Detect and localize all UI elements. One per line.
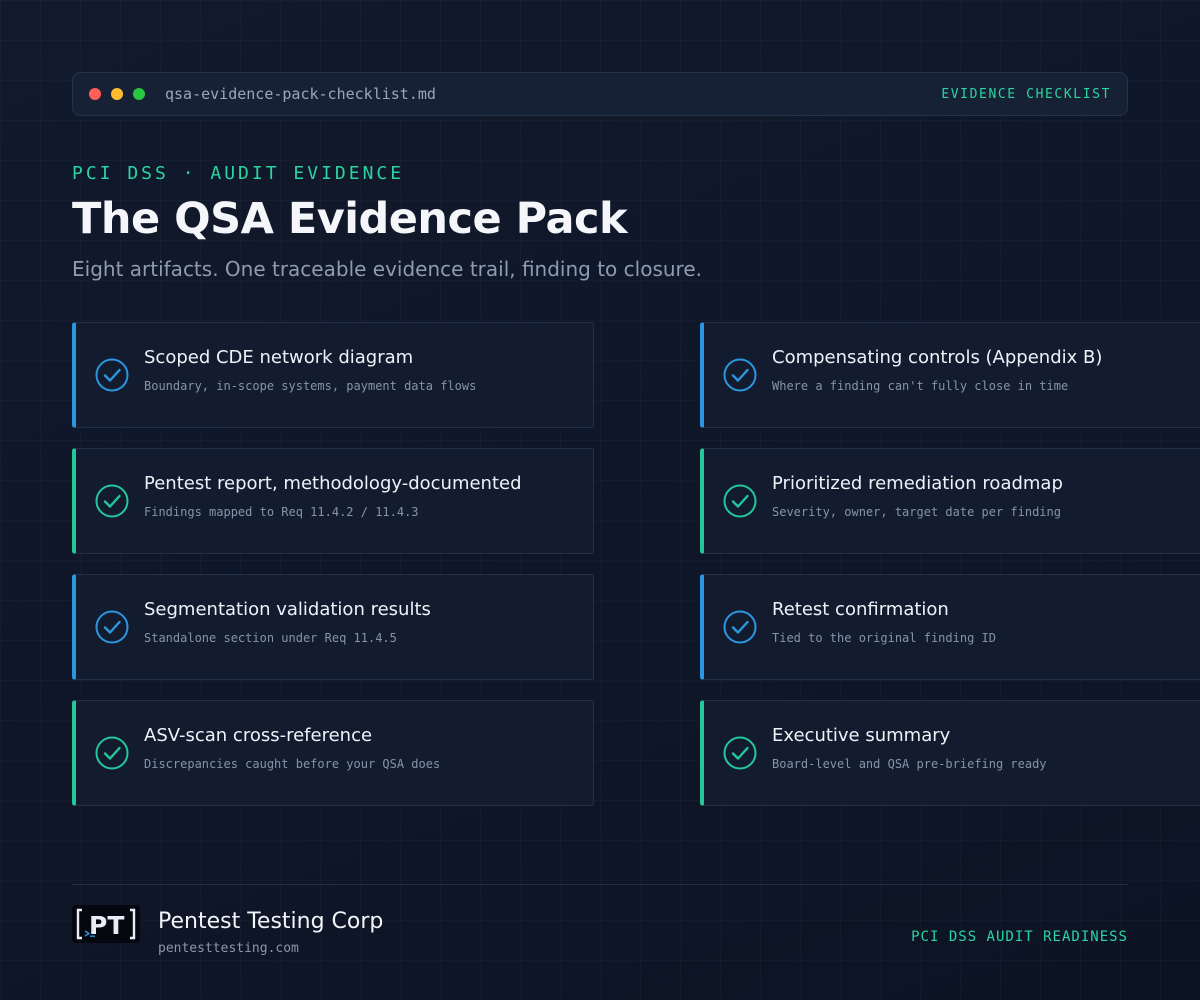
check-circle-icon (95, 736, 129, 770)
brand-name: Pentest Testing Corp (158, 909, 384, 934)
check-circle-icon (95, 358, 129, 392)
close-dot-icon[interactable] (89, 88, 101, 100)
checklist-item-desc: Boundary, in-scope systems, payment data… (144, 379, 477, 393)
check-circle-icon (95, 484, 129, 518)
minimize-dot-icon[interactable] (111, 88, 123, 100)
checklist-item-desc: Board-level and QSA pre-briefing ready (772, 757, 1047, 771)
checklist-item-desc: Discrepancies caught before your QSA doe… (144, 757, 441, 771)
checklist-item-title: Executive summary (772, 725, 951, 746)
checklist-item: Prioritized remediation roadmap Severity… (700, 448, 1200, 554)
window-filename: qsa-evidence-pack-checklist.md (165, 85, 436, 103)
checklist-item-title: Prioritized remediation roadmap (772, 473, 1063, 494)
checklist-item-title: Retest confirmation (772, 599, 949, 620)
footer-tag: PCI DSS AUDIT READINESS (911, 929, 1128, 945)
checklist-item-desc: Where a finding can't fully close in tim… (772, 379, 1069, 393)
pt-logo-icon: PT (72, 905, 140, 943)
window-bar: qsa-evidence-pack-checklist.md EVIDENCE … (72, 72, 1128, 116)
checklist-item-desc: Findings mapped to Req 11.4.2 / 11.4.3 (144, 505, 419, 519)
checklist-item: Compensating controls (Appendix B) Where… (700, 322, 1200, 428)
brand-url[interactable]: pentesttesting.com (158, 941, 299, 956)
checklist-item-title: Segmentation validation results (144, 599, 431, 620)
checklist-item-desc: Severity, owner, target date per finding (772, 505, 1061, 519)
footer-divider (72, 884, 1128, 885)
checklist-item-desc: Tied to the original finding ID (772, 631, 996, 645)
checklist-item: Segmentation validation results Standalo… (72, 574, 594, 680)
checklist-item-title: Scoped CDE network diagram (144, 347, 414, 368)
window-tag: EVIDENCE CHECKLIST (941, 86, 1111, 102)
check-circle-icon (723, 358, 757, 392)
checklist-item: Pentest report, methodology-documented F… (72, 448, 594, 554)
checklist-item: ASV-scan cross-reference Discrepancies c… (72, 700, 594, 806)
check-circle-icon (95, 610, 129, 644)
page-title: The QSA Evidence Pack (72, 194, 628, 244)
check-circle-icon (723, 484, 757, 518)
page-subtitle: Eight artifacts. One traceable evidence … (72, 257, 702, 281)
checklist-item-desc: Standalone section under Req 11.4.5 (144, 631, 397, 645)
eyebrow: PCI DSS · AUDIT EVIDENCE (72, 163, 405, 184)
check-circle-icon (723, 736, 757, 770)
checklist-item: Retest confirmation Tied to the original… (700, 574, 1200, 680)
checklist-item: Scoped CDE network diagram Boundary, in-… (72, 322, 594, 428)
maximize-dot-icon[interactable] (133, 88, 145, 100)
checklist-item-title: ASV-scan cross-reference (144, 725, 373, 746)
checklist-item: Executive summary Board-level and QSA pr… (700, 700, 1200, 806)
check-circle-icon (723, 610, 757, 644)
checklist-item-title: Pentest report, methodology-documented (144, 473, 522, 494)
checklist-item-title: Compensating controls (Appendix B) (772, 347, 1103, 368)
window-controls (89, 88, 145, 100)
